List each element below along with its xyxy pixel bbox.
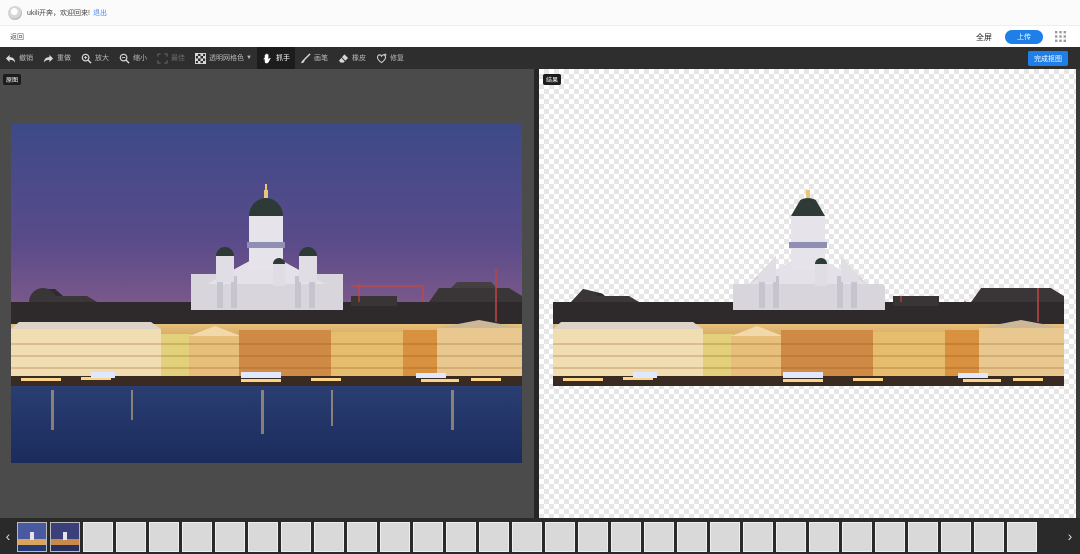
zoom-out-icon bbox=[119, 53, 130, 64]
checker-color-label: 透明网格色 bbox=[209, 55, 244, 62]
fit-icon bbox=[157, 52, 168, 64]
result-tag: 结果 bbox=[543, 74, 562, 85]
thumbnail-image bbox=[18, 523, 46, 551]
original-image-panel[interactable]: 原图 bbox=[0, 69, 534, 518]
zoom-in-button[interactable]: 放大 bbox=[76, 47, 114, 69]
thumbnail-original[interactable] bbox=[17, 522, 47, 552]
hand-icon bbox=[263, 53, 271, 63]
hand-tool-label: 抓手 bbox=[275, 55, 290, 62]
editor-toolbar: 撤销 重做 放大 缩小 最佳 透明网格色 ▼ 抓手 画笔 橡皮 修复 bbox=[0, 47, 1080, 69]
thumbnail-slot[interactable] bbox=[776, 522, 806, 552]
prev-thumbnails-button[interactable]: ‹ bbox=[2, 524, 14, 548]
zoom-out-button[interactable]: 缩小 bbox=[114, 47, 152, 69]
grid-icon[interactable] bbox=[1055, 31, 1066, 42]
thumbnail-slot[interactable] bbox=[83, 522, 113, 552]
thumbnail-slot[interactable] bbox=[149, 522, 179, 552]
user-bar: ukili开奔，欢迎回来! 退出 bbox=[0, 0, 1080, 26]
thumbnail-slot[interactable] bbox=[215, 522, 245, 552]
thumbnail-slot[interactable] bbox=[248, 522, 278, 552]
upload-button[interactable]: 上传 bbox=[1005, 30, 1043, 44]
undo-label: 撤销 bbox=[19, 55, 33, 62]
logout-link[interactable]: 退出 bbox=[93, 8, 107, 18]
avatar[interactable] bbox=[8, 5, 22, 20]
result-cutout-photo[interactable] bbox=[553, 124, 1064, 463]
thumbnail-slot[interactable] bbox=[1007, 522, 1037, 552]
thumbnail-slot[interactable] bbox=[611, 522, 641, 552]
thumbnail-slot[interactable] bbox=[710, 522, 740, 552]
thumbnail-image bbox=[51, 523, 79, 551]
fullscreen-button[interactable]: 全屏 bbox=[976, 32, 992, 43]
thumbnail-slot[interactable] bbox=[809, 522, 839, 552]
eraser-tool-label: 橡皮 bbox=[351, 55, 366, 62]
checker-color-dropdown[interactable]: 透明网格色 ▼ bbox=[190, 47, 257, 69]
zoom-in-label: 放大 bbox=[95, 55, 109, 62]
thumbnail-slot[interactable] bbox=[545, 522, 575, 552]
finish-cutout-button[interactable]: 完成抠图 bbox=[1028, 51, 1068, 66]
thumbnail-slot[interactable] bbox=[578, 522, 608, 552]
checker-icon bbox=[195, 52, 206, 64]
brush-tool-button[interactable]: 画笔 bbox=[295, 47, 333, 69]
thumbnail-slot[interactable] bbox=[743, 522, 773, 552]
heal-tool-label: 修复 bbox=[389, 55, 404, 62]
thumbnail-slot[interactable] bbox=[908, 522, 938, 552]
thumbnail-slot[interactable] bbox=[644, 522, 674, 552]
heal-icon bbox=[376, 52, 387, 63]
thumbnail-slot[interactable] bbox=[281, 522, 311, 552]
redo-label: 重做 bbox=[57, 55, 71, 62]
thumbnail-slot[interactable] bbox=[677, 522, 707, 552]
undo-button[interactable]: 撤销 bbox=[0, 47, 38, 69]
thumbnail-slot[interactable] bbox=[347, 522, 377, 552]
zoom-out-label: 缩小 bbox=[133, 55, 147, 62]
app-header: 返回 全屏 上传 bbox=[0, 27, 1080, 47]
original-photo[interactable] bbox=[11, 124, 522, 463]
thumbnail-result[interactable] bbox=[50, 522, 80, 552]
hand-tool-button[interactable]: 抓手 bbox=[256, 47, 295, 69]
result-image-panel[interactable]: 结果 bbox=[539, 69, 1076, 518]
thumbnail-slot[interactable] bbox=[314, 522, 344, 552]
thumbnail-slot[interactable] bbox=[380, 522, 410, 552]
thumbnail-slot[interactable] bbox=[875, 522, 905, 552]
chevron-down-icon: ▼ bbox=[246, 55, 252, 61]
redo-button[interactable]: 重做 bbox=[38, 47, 76, 69]
eraser-icon bbox=[338, 53, 349, 63]
thumbnail-filmstrip: ‹ › bbox=[0, 518, 1080, 554]
thumbnail-slot[interactable] bbox=[512, 522, 542, 552]
thumbnail-slot[interactable] bbox=[413, 522, 443, 552]
vertical-scrollbar[interactable] bbox=[1076, 69, 1080, 518]
redo-icon bbox=[43, 54, 54, 63]
thumbnail-slot[interactable] bbox=[479, 522, 509, 552]
greeting-text: ukili开奔，欢迎回来! bbox=[27, 9, 91, 17]
thumbnail-slot[interactable] bbox=[974, 522, 1004, 552]
zoom-in-icon bbox=[81, 53, 92, 64]
undo-icon bbox=[5, 54, 16, 63]
fit-label: 最佳 bbox=[171, 55, 185, 62]
thumbnail-slot[interactable] bbox=[842, 522, 872, 552]
original-tag: 原图 bbox=[3, 74, 22, 85]
thumbnail-slot[interactable] bbox=[446, 522, 476, 552]
brush-icon bbox=[300, 52, 311, 63]
next-thumbnails-button[interactable]: › bbox=[1064, 524, 1076, 548]
brush-tool-label: 画笔 bbox=[313, 55, 328, 62]
thumbnail-slot[interactable] bbox=[182, 522, 212, 552]
thumbnail-slot[interactable] bbox=[941, 522, 971, 552]
back-link[interactable]: 返回 bbox=[10, 32, 24, 42]
eraser-tool-button[interactable]: 橡皮 bbox=[333, 47, 371, 69]
thumbnail-slot[interactable] bbox=[116, 522, 146, 552]
heal-tool-button[interactable]: 修复 bbox=[371, 47, 409, 69]
fit-button[interactable]: 最佳 bbox=[152, 47, 190, 69]
